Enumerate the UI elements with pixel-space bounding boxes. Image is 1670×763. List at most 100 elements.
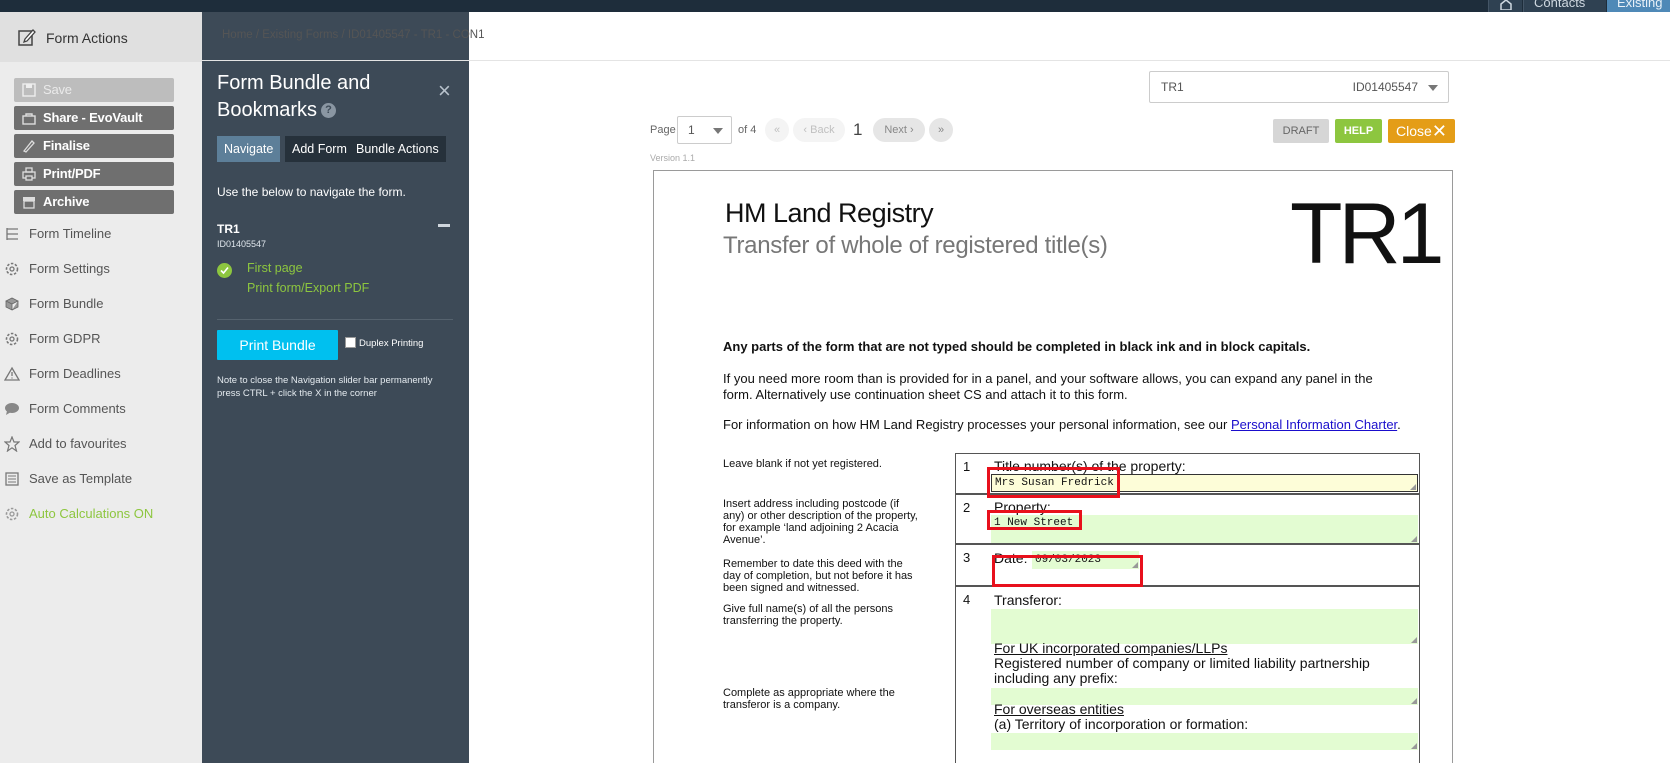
doc-form-code: TR1 [1290, 186, 1444, 282]
panel-number: 3 [963, 550, 971, 565]
nav-existing[interactable]: Existing [1607, 0, 1670, 12]
save-as-template-label: Save as Template [29, 471, 133, 486]
next-button[interactable]: Next › [873, 118, 925, 142]
star-icon [4, 436, 20, 452]
form-selector-dropdown[interactable]: TR1 ID01405547 [1149, 71, 1449, 103]
print-icon [22, 167, 36, 181]
checkbox-icon[interactable] [345, 337, 356, 348]
page-select[interactable]: 1 [677, 116, 732, 144]
panel-number: 1 [963, 459, 971, 474]
resize-grip-icon[interactable] [1411, 637, 1417, 643]
bookmark-print-export[interactable]: Print form/Export PDF [247, 281, 369, 295]
first-page-button[interactable]: « [765, 118, 789, 142]
registered-number-label: Registered number of company or limited … [994, 655, 1370, 686]
tab-add-form[interactable]: Add Form [285, 136, 354, 162]
auto-calculations-toggle[interactable]: Auto Calculations ON [0, 503, 153, 525]
print-bundle-button[interactable]: Print Bundle [217, 330, 338, 360]
draft-button[interactable]: DRAFT [1273, 119, 1329, 143]
help-button[interactable]: HELP [1335, 119, 1382, 143]
add-to-favourites-link[interactable]: Add to favourites [0, 433, 127, 455]
form-timeline-label: Form Timeline [29, 226, 112, 241]
resize-grip-icon[interactable] [1411, 743, 1417, 749]
finalise-icon [22, 140, 35, 153]
duplex-printing-checkbox[interactable]: Duplex Printing [345, 337, 423, 349]
form-actions-header[interactable]: Form Actions [0, 12, 202, 62]
finalise-button[interactable]: Finalise [14, 134, 174, 158]
collapse-icon[interactable] [438, 224, 450, 227]
template-icon [5, 472, 19, 486]
bundle-form-id: ID01405547 [217, 239, 267, 249]
form-bundle-link[interactable]: Form Bundle [0, 293, 103, 315]
version-label: Version 1.1 [650, 153, 696, 163]
territory-label: (a) Territory of incorporation or format… [994, 716, 1249, 732]
note-panel-3: Remember to date this deed with the day … [723, 558, 913, 594]
print-pdf-button[interactable]: Print/PDF [14, 162, 174, 186]
form-settings-label: Form Settings [29, 261, 110, 276]
gear-icon [5, 507, 19, 521]
form-timeline-link[interactable]: Form Timeline [0, 223, 111, 245]
bundle-icon [5, 297, 19, 311]
form-comments-label: Form Comments [29, 401, 126, 416]
territory-field[interactable] [991, 733, 1418, 750]
doc-intro-2: If you need more room than is provided f… [723, 371, 1373, 402]
resize-grip-icon[interactable] [1410, 484, 1416, 490]
save-button[interactable]: Save [14, 78, 174, 102]
form-selector-id: ID01405547 [1352, 80, 1418, 94]
page-select-value: 1 [688, 123, 695, 137]
home-button[interactable] [1488, 0, 1522, 12]
share-evovault-label: Share - EvoVault [43, 110, 143, 125]
transferor-field[interactable] [991, 609, 1418, 644]
form-comments-link[interactable]: Form Comments [0, 398, 126, 420]
save-icon [22, 83, 36, 97]
back-button[interactable]: ‹ Back [793, 118, 845, 142]
resize-grip-icon[interactable] [1411, 698, 1417, 704]
duplex-label: Duplex Printing [359, 338, 424, 349]
resize-grip-icon[interactable] [1411, 536, 1417, 542]
timeline-icon [6, 228, 18, 240]
form-actions-label: Form Actions [46, 30, 128, 46]
save-label: Save [43, 82, 72, 97]
share-icon [22, 113, 36, 125]
nav-contacts[interactable]: Contacts [1523, 0, 1606, 12]
page-label: Page [650, 124, 676, 136]
panel-transferor: 4 Transferor: For UK incorporated compan… [955, 586, 1420, 763]
tab-bundle-actions[interactable]: Bundle Actions [349, 136, 446, 162]
help-icon[interactable]: ? [321, 103, 337, 119]
personal-information-charter-link[interactable]: Personal Information Charter [1231, 417, 1397, 432]
home-icon [1500, 0, 1512, 10]
form-settings-link[interactable]: Form Settings [0, 258, 110, 280]
form-bundle-label: Form Bundle [29, 296, 104, 311]
last-page-button[interactable]: » [929, 118, 953, 142]
form-gdpr-label: Form GDPR [29, 331, 101, 346]
divider [217, 319, 453, 320]
bookmarks-title: Form Bundle and Bookmarks? [217, 70, 417, 124]
edit-icon [18, 29, 36, 46]
highlight-box [987, 467, 1120, 498]
gear-icon [5, 332, 19, 346]
highlight-box [992, 555, 1143, 587]
print-pdf-label: Print/PDF [43, 166, 101, 181]
finalise-label: Finalise [43, 138, 90, 153]
bundle-form-name[interactable]: TR1 [217, 222, 240, 236]
form-deadlines-link[interactable]: Form Deadlines [0, 363, 121, 385]
archive-button[interactable]: Archive [14, 190, 174, 214]
bookmark-first-page[interactable]: First page [247, 261, 303, 275]
panel-number: 4 [963, 592, 971, 607]
comment-icon [5, 403, 19, 415]
panel-label: Transferor: [994, 592, 1062, 608]
note-panel-4: Give full name(s) of all the persons tra… [723, 603, 893, 627]
panel-number: 2 [963, 500, 971, 515]
overseas-entities-heading: For overseas entities [994, 701, 1124, 717]
close-form-button[interactable]: Close ✕ [1388, 119, 1455, 143]
chevron-down-icon [1428, 85, 1438, 91]
breadcrumb[interactable]: Home / Existing Forms / ID01405547 - TR1… [222, 29, 484, 41]
close-panel-button[interactable]: × [438, 80, 451, 102]
auto-calculations-label: Auto Calculations ON [29, 506, 154, 521]
form-selector-name: TR1 [1161, 80, 1184, 94]
form-gdpr-link[interactable]: Form GDPR [0, 328, 101, 350]
tab-navigate[interactable]: Navigate [217, 136, 281, 162]
doc-intro-bold: Any parts of the form that are not typed… [723, 339, 1311, 354]
share-evovault-button[interactable]: Share - EvoVault [14, 106, 174, 130]
save-as-template-link[interactable]: Save as Template [0, 468, 132, 490]
note-panel-2: Insert address including postcode (if an… [723, 498, 918, 546]
